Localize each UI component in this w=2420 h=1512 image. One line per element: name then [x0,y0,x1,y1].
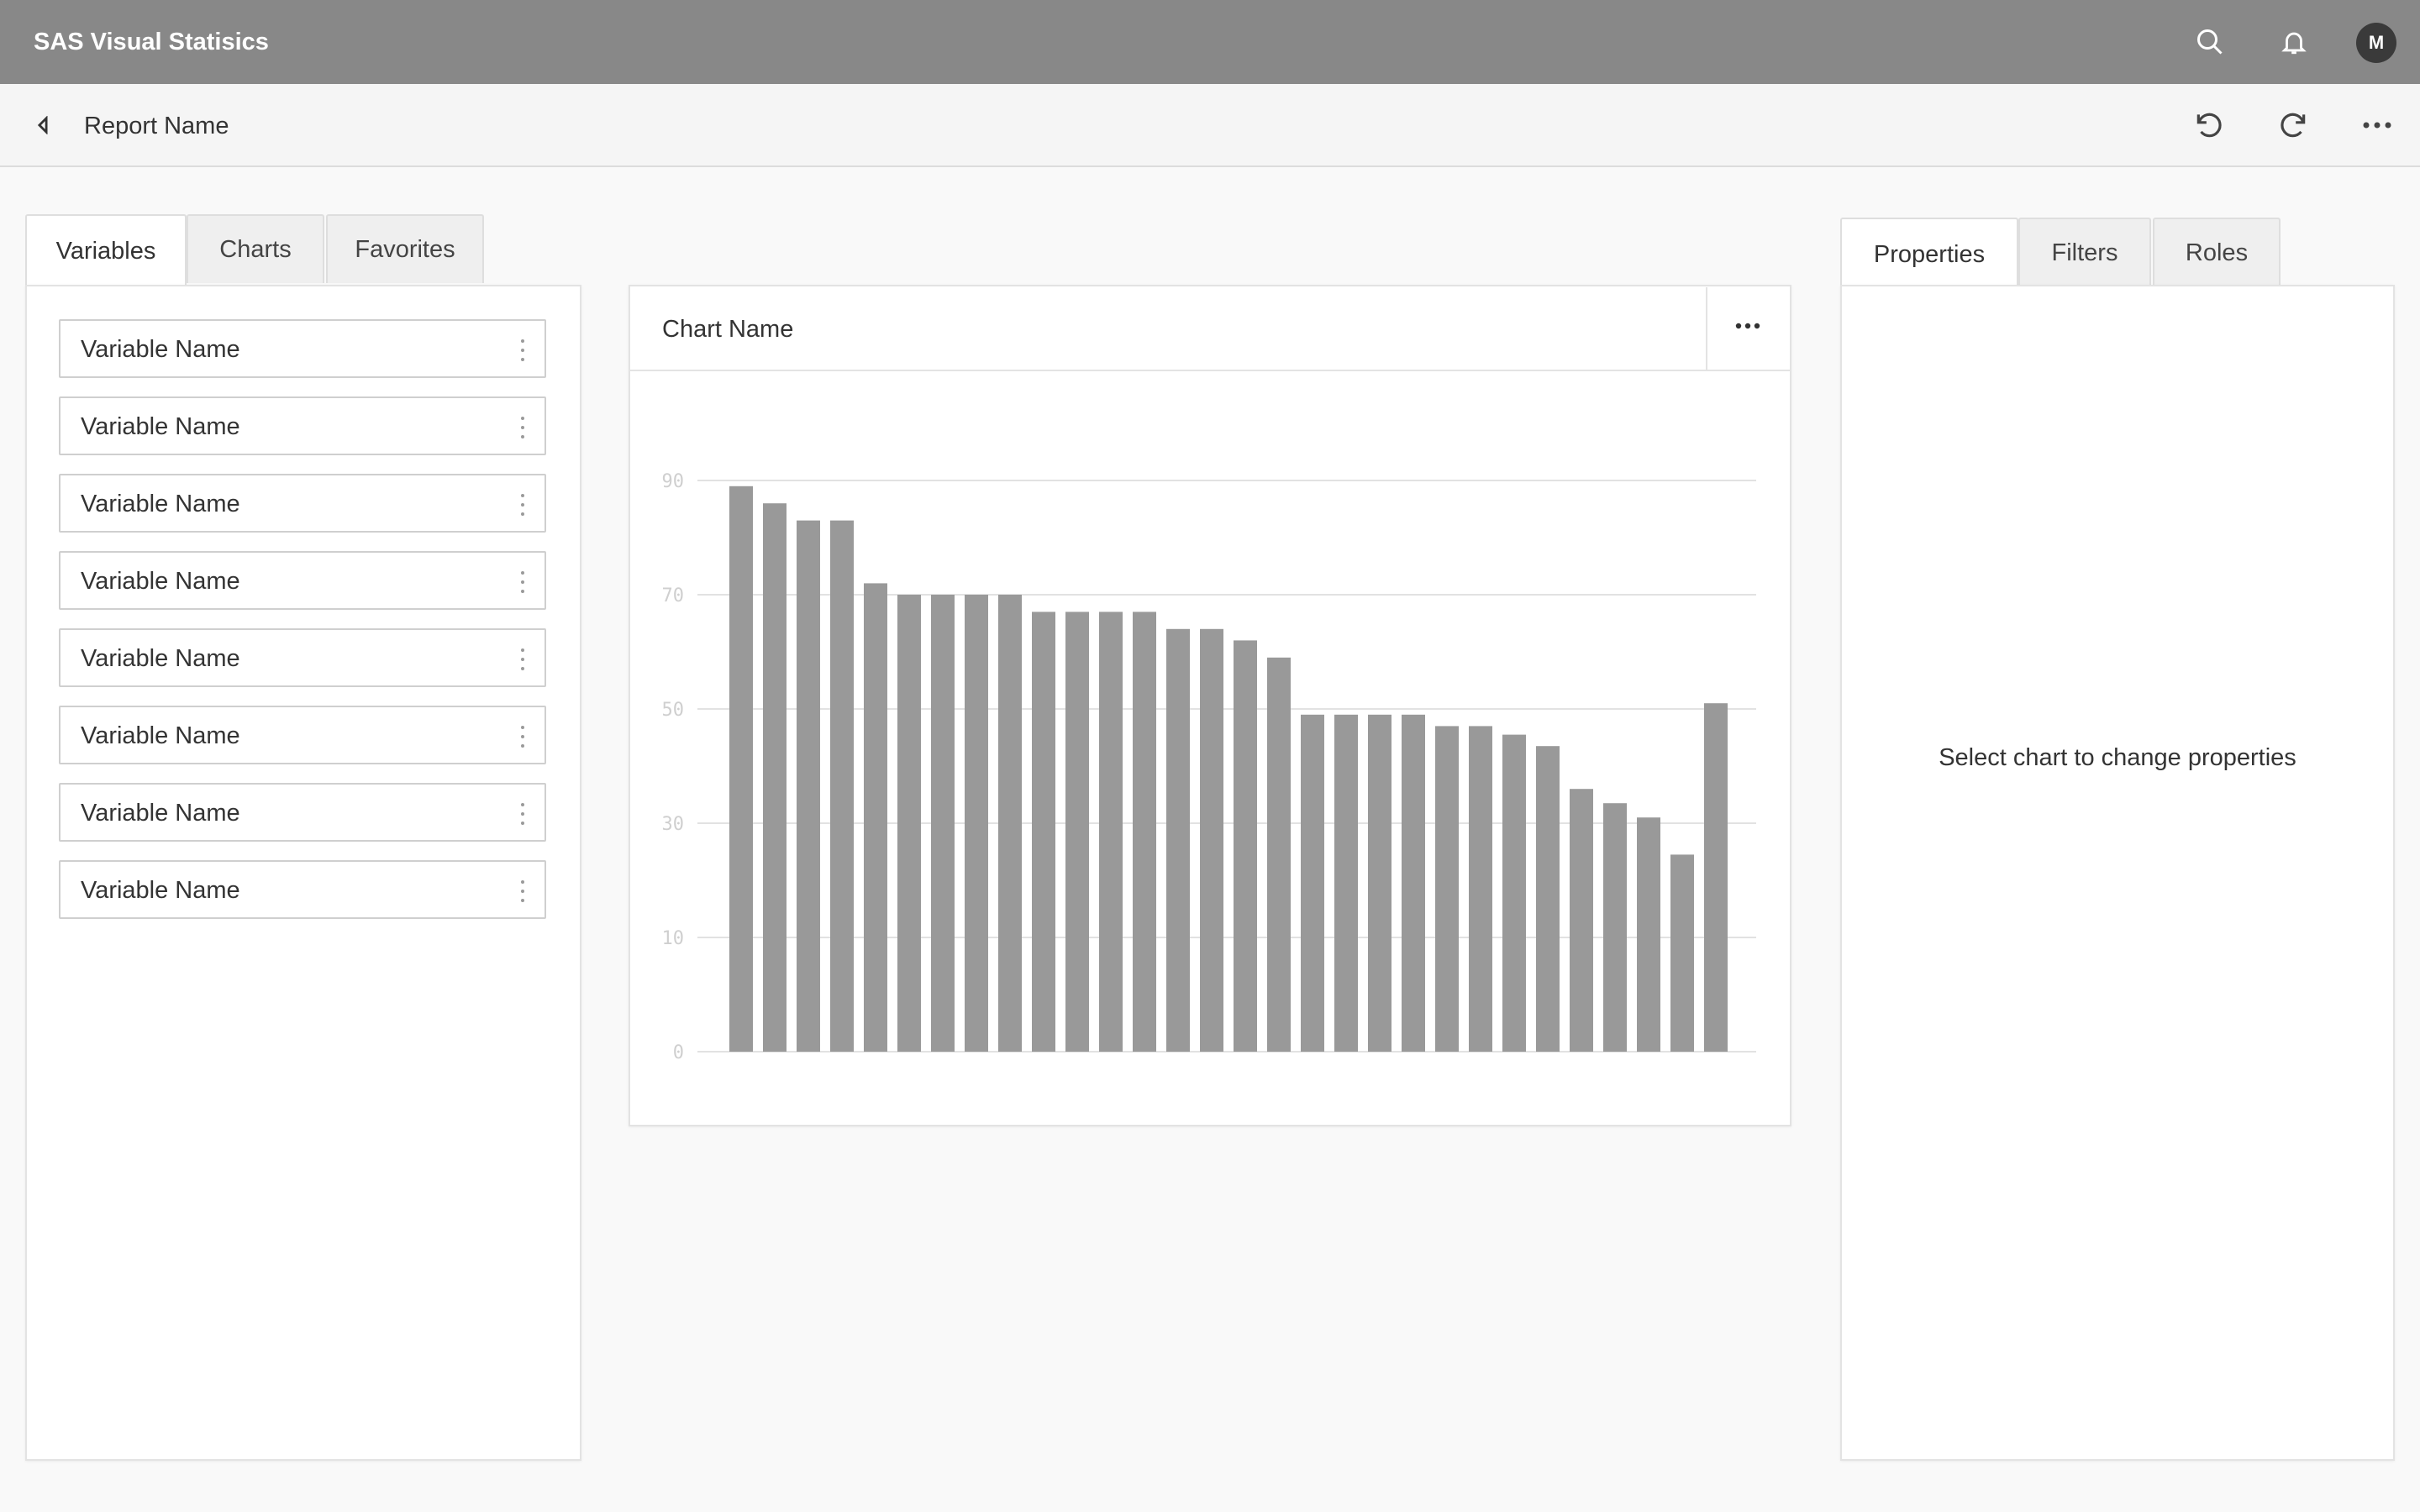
bar[interactable] [1536,746,1560,1052]
bar[interactable] [1334,714,1358,1052]
bar[interactable] [1469,726,1492,1052]
bar[interactable] [797,520,820,1052]
bell-icon[interactable] [2274,22,2314,62]
chart-title: Chart Name [662,316,794,343]
kebab-menu-icon[interactable] [519,417,526,438]
bar[interactable] [1402,714,1425,1052]
kebab-menu-icon[interactable] [519,803,526,825]
tab-favorites[interactable]: Favorites [326,214,484,283]
properties-empty-message: Select chart to change properties [1939,744,2296,771]
tab-filters[interactable]: Filters [2018,218,2151,286]
bar[interactable] [1435,726,1459,1052]
bar[interactable] [965,595,988,1052]
bar[interactable] [1200,628,1223,1052]
bar[interactable] [931,595,955,1052]
kebab-menu-icon[interactable] [519,494,526,516]
bar[interactable] [897,595,921,1052]
bar[interactable] [1133,612,1156,1052]
tab-variables[interactable]: Variables [25,214,187,286]
bar[interactable] [864,583,887,1052]
chart-header-divider [1706,287,1707,371]
chart-more-options-icon[interactable] [1726,307,1770,344]
variable-label: Variable Name [81,800,240,827]
back-arrow-icon[interactable] [29,111,57,139]
bar[interactable] [763,503,786,1052]
bar[interactable] [830,520,854,1052]
y-tick-label: 50 [662,700,685,721]
y-tick-label: 70 [662,585,685,606]
variable-label: Variable Name [81,645,240,672]
variable-label: Variable Name [81,722,240,749]
variable-item[interactable]: Variable Name [59,551,546,610]
variable-item[interactable]: Variable Name [59,474,546,533]
variable-label: Variable Name [81,491,240,517]
bar[interactable] [1032,612,1055,1052]
bar-chart[interactable]: 0 10 30 50 70 90 [632,371,1788,1124]
tab-properties[interactable]: Properties [1840,218,2018,290]
kebab-menu-icon[interactable] [519,339,526,361]
kebab-menu-icon[interactable] [519,648,526,670]
y-tick-label: 0 [673,1042,684,1063]
variable-item[interactable]: Variable Name [59,628,546,687]
properties-panel [1840,285,2395,1461]
bar[interactable] [1099,612,1123,1052]
bar[interactable] [1670,854,1694,1052]
app-title: SAS Visual Statisics [34,29,269,55]
bar[interactable] [1166,628,1190,1052]
bar[interactable] [1234,640,1257,1052]
variable-label: Variable Name [81,336,240,363]
kebab-menu-icon[interactable] [519,571,526,593]
tab-charts[interactable]: Charts [187,214,324,283]
bar[interactable] [1637,817,1660,1052]
variable-label: Variable Name [81,413,240,440]
kebab-menu-icon[interactable] [519,880,526,902]
variable-label: Variable Name [81,568,240,595]
bar[interactable] [1502,734,1526,1052]
report-toolbar: Report Name [0,84,2420,167]
y-tick-label: 90 [662,471,685,492]
search-icon[interactable] [2190,22,2230,62]
variable-label: Variable Name [81,877,240,904]
user-avatar[interactable]: M [2356,23,2396,63]
bar[interactable] [1267,657,1291,1052]
variable-item[interactable]: Variable Name [59,706,546,764]
bar[interactable] [1704,703,1728,1052]
kebab-menu-icon[interactable] [519,726,526,748]
app-bar: SAS Visual Statisics M [0,0,2420,84]
variable-item[interactable]: Variable Name [59,860,546,919]
tab-roles[interactable]: Roles [2153,218,2281,286]
bar[interactable] [998,595,1022,1052]
redo-icon[interactable] [2272,104,2314,146]
variable-item[interactable]: Variable Name [59,396,546,455]
bar[interactable] [729,486,753,1052]
y-tick-label: 30 [662,814,685,835]
variable-item[interactable]: Variable Name [59,319,546,378]
report-name[interactable]: Report Name [84,113,229,140]
undo-icon[interactable] [2188,104,2230,146]
bar[interactable] [1603,803,1627,1052]
bar[interactable] [1301,714,1324,1052]
y-tick-label: 10 [662,928,685,949]
bar[interactable] [1368,714,1392,1052]
variable-item[interactable]: Variable Name [59,783,546,842]
more-options-icon[interactable] [2356,104,2398,146]
bar[interactable] [1570,789,1593,1052]
bar[interactable] [1065,612,1089,1052]
